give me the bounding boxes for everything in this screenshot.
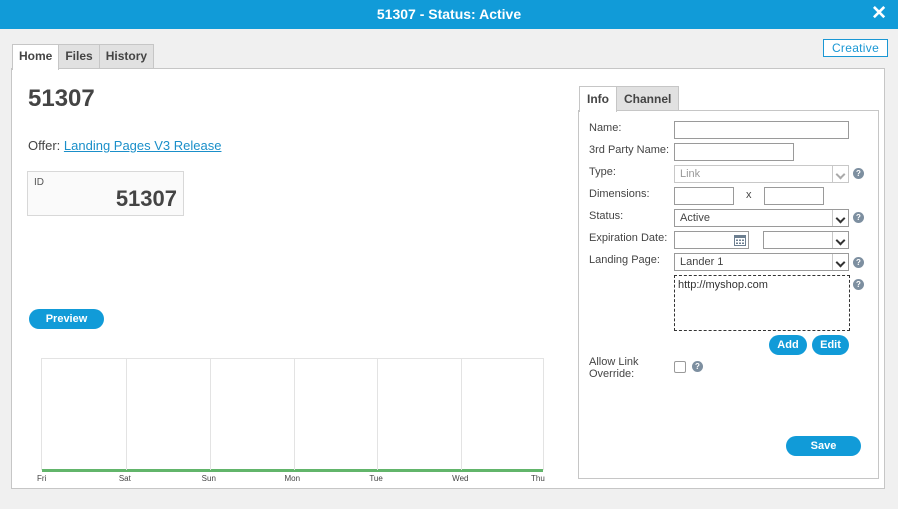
tab-info[interactable]: Info: [579, 86, 617, 112]
tab-files[interactable]: Files: [58, 44, 100, 69]
help-icon[interactable]: ?: [853, 257, 864, 268]
expiration-label: Expiration Date:: [589, 232, 668, 244]
save-button[interactable]: Save: [786, 436, 861, 456]
status-select-value: Active: [680, 212, 710, 224]
chevron-down-icon: [832, 254, 848, 270]
allow-override-label-line1: Allow Link: [589, 356, 639, 368]
landing-page-label: Landing Page:: [589, 254, 660, 266]
chart-x-tick-label: Sat: [118, 474, 131, 483]
main-tabs: Home Files History: [12, 44, 155, 70]
third-party-label: 3rd Party Name:: [589, 144, 670, 156]
allow-override-label-line2: Override:: [589, 368, 635, 380]
tab-channel[interactable]: Channel: [616, 86, 680, 111]
chart-gridline: [377, 359, 379, 470]
name-label: Name:: [589, 122, 622, 134]
name-input[interactable]: [674, 121, 849, 139]
width-input[interactable]: [674, 187, 734, 205]
offer-line: Offer: Landing Pages V3 Release: [28, 138, 221, 153]
allow-override-checkbox[interactable]: [674, 361, 686, 373]
chart-x-tick-label: Tue: [369, 474, 383, 483]
id-card-label: ID: [34, 177, 44, 188]
edit-button[interactable]: Edit: [812, 335, 849, 355]
chevron-down-icon: [832, 210, 848, 226]
id-card-value: 51307: [115, 186, 177, 211]
offer-link[interactable]: Landing Pages V3 Release: [64, 138, 222, 153]
preview-button[interactable]: Preview: [29, 309, 104, 329]
chevron-down-icon: [832, 166, 848, 182]
calendar-icon[interactable]: [734, 234, 746, 246]
add-button[interactable]: Add: [769, 335, 807, 355]
chart-x-tick-label: Fri: [37, 474, 47, 483]
third-party-input[interactable]: [674, 143, 794, 161]
offer-label: Offer:: [28, 138, 61, 153]
type-select-value: Link: [680, 168, 701, 180]
chart-gridline: [125, 359, 127, 470]
close-icon[interactable]: ✕: [871, 4, 887, 24]
type-label: Type:: [589, 166, 616, 178]
help-icon[interactable]: ?: [692, 361, 703, 372]
help-icon[interactable]: ?: [853, 168, 864, 179]
chart-gridline: [293, 359, 295, 470]
side-tabs: Info Channel: [579, 86, 680, 112]
status-label: Status:: [589, 210, 624, 222]
window-title: 51307 - Status: Active: [376, 6, 522, 22]
chart-series-line: [42, 469, 543, 472]
chart-x-tick-label: Wed: [452, 474, 469, 483]
landing-page-select[interactable]: Lander 1: [674, 253, 849, 271]
chevron-down-icon: [832, 232, 848, 248]
tab-history[interactable]: History: [98, 44, 155, 69]
landing-page-value: Lander 1: [680, 256, 724, 268]
help-icon[interactable]: ?: [853, 212, 864, 223]
allow-override-label: Allow Link Override:: [589, 356, 639, 380]
id-card: ID 51307: [27, 171, 184, 216]
chart-gridline: [461, 359, 463, 470]
stats-chart: [41, 358, 544, 472]
type-select[interactable]: Link: [674, 165, 849, 183]
status-select[interactable]: Active: [674, 209, 849, 227]
chart-x-tick-label: Thu: [531, 474, 545, 483]
dimensions-separator: x: [746, 189, 752, 201]
expiration-time-select[interactable]: [763, 231, 849, 249]
height-input[interactable]: [764, 187, 824, 205]
tab-home[interactable]: Home: [12, 44, 60, 70]
chart-gridline: [209, 359, 211, 470]
dimensions-label: Dimensions:: [589, 188, 650, 200]
page-title: 51307: [28, 85, 95, 112]
window-titlebar: 51307 - Status: Active ✕: [0, 0, 898, 29]
landing-page-url-textarea[interactable]: http://myshop.com: [674, 275, 850, 331]
creative-button[interactable]: Creative: [823, 39, 888, 57]
help-icon[interactable]: ?: [853, 279, 864, 290]
expiration-date-input[interactable]: [674, 231, 749, 249]
chart-x-tick-label: Sun: [201, 474, 216, 483]
chart-x-tick-label: Mon: [284, 474, 301, 483]
